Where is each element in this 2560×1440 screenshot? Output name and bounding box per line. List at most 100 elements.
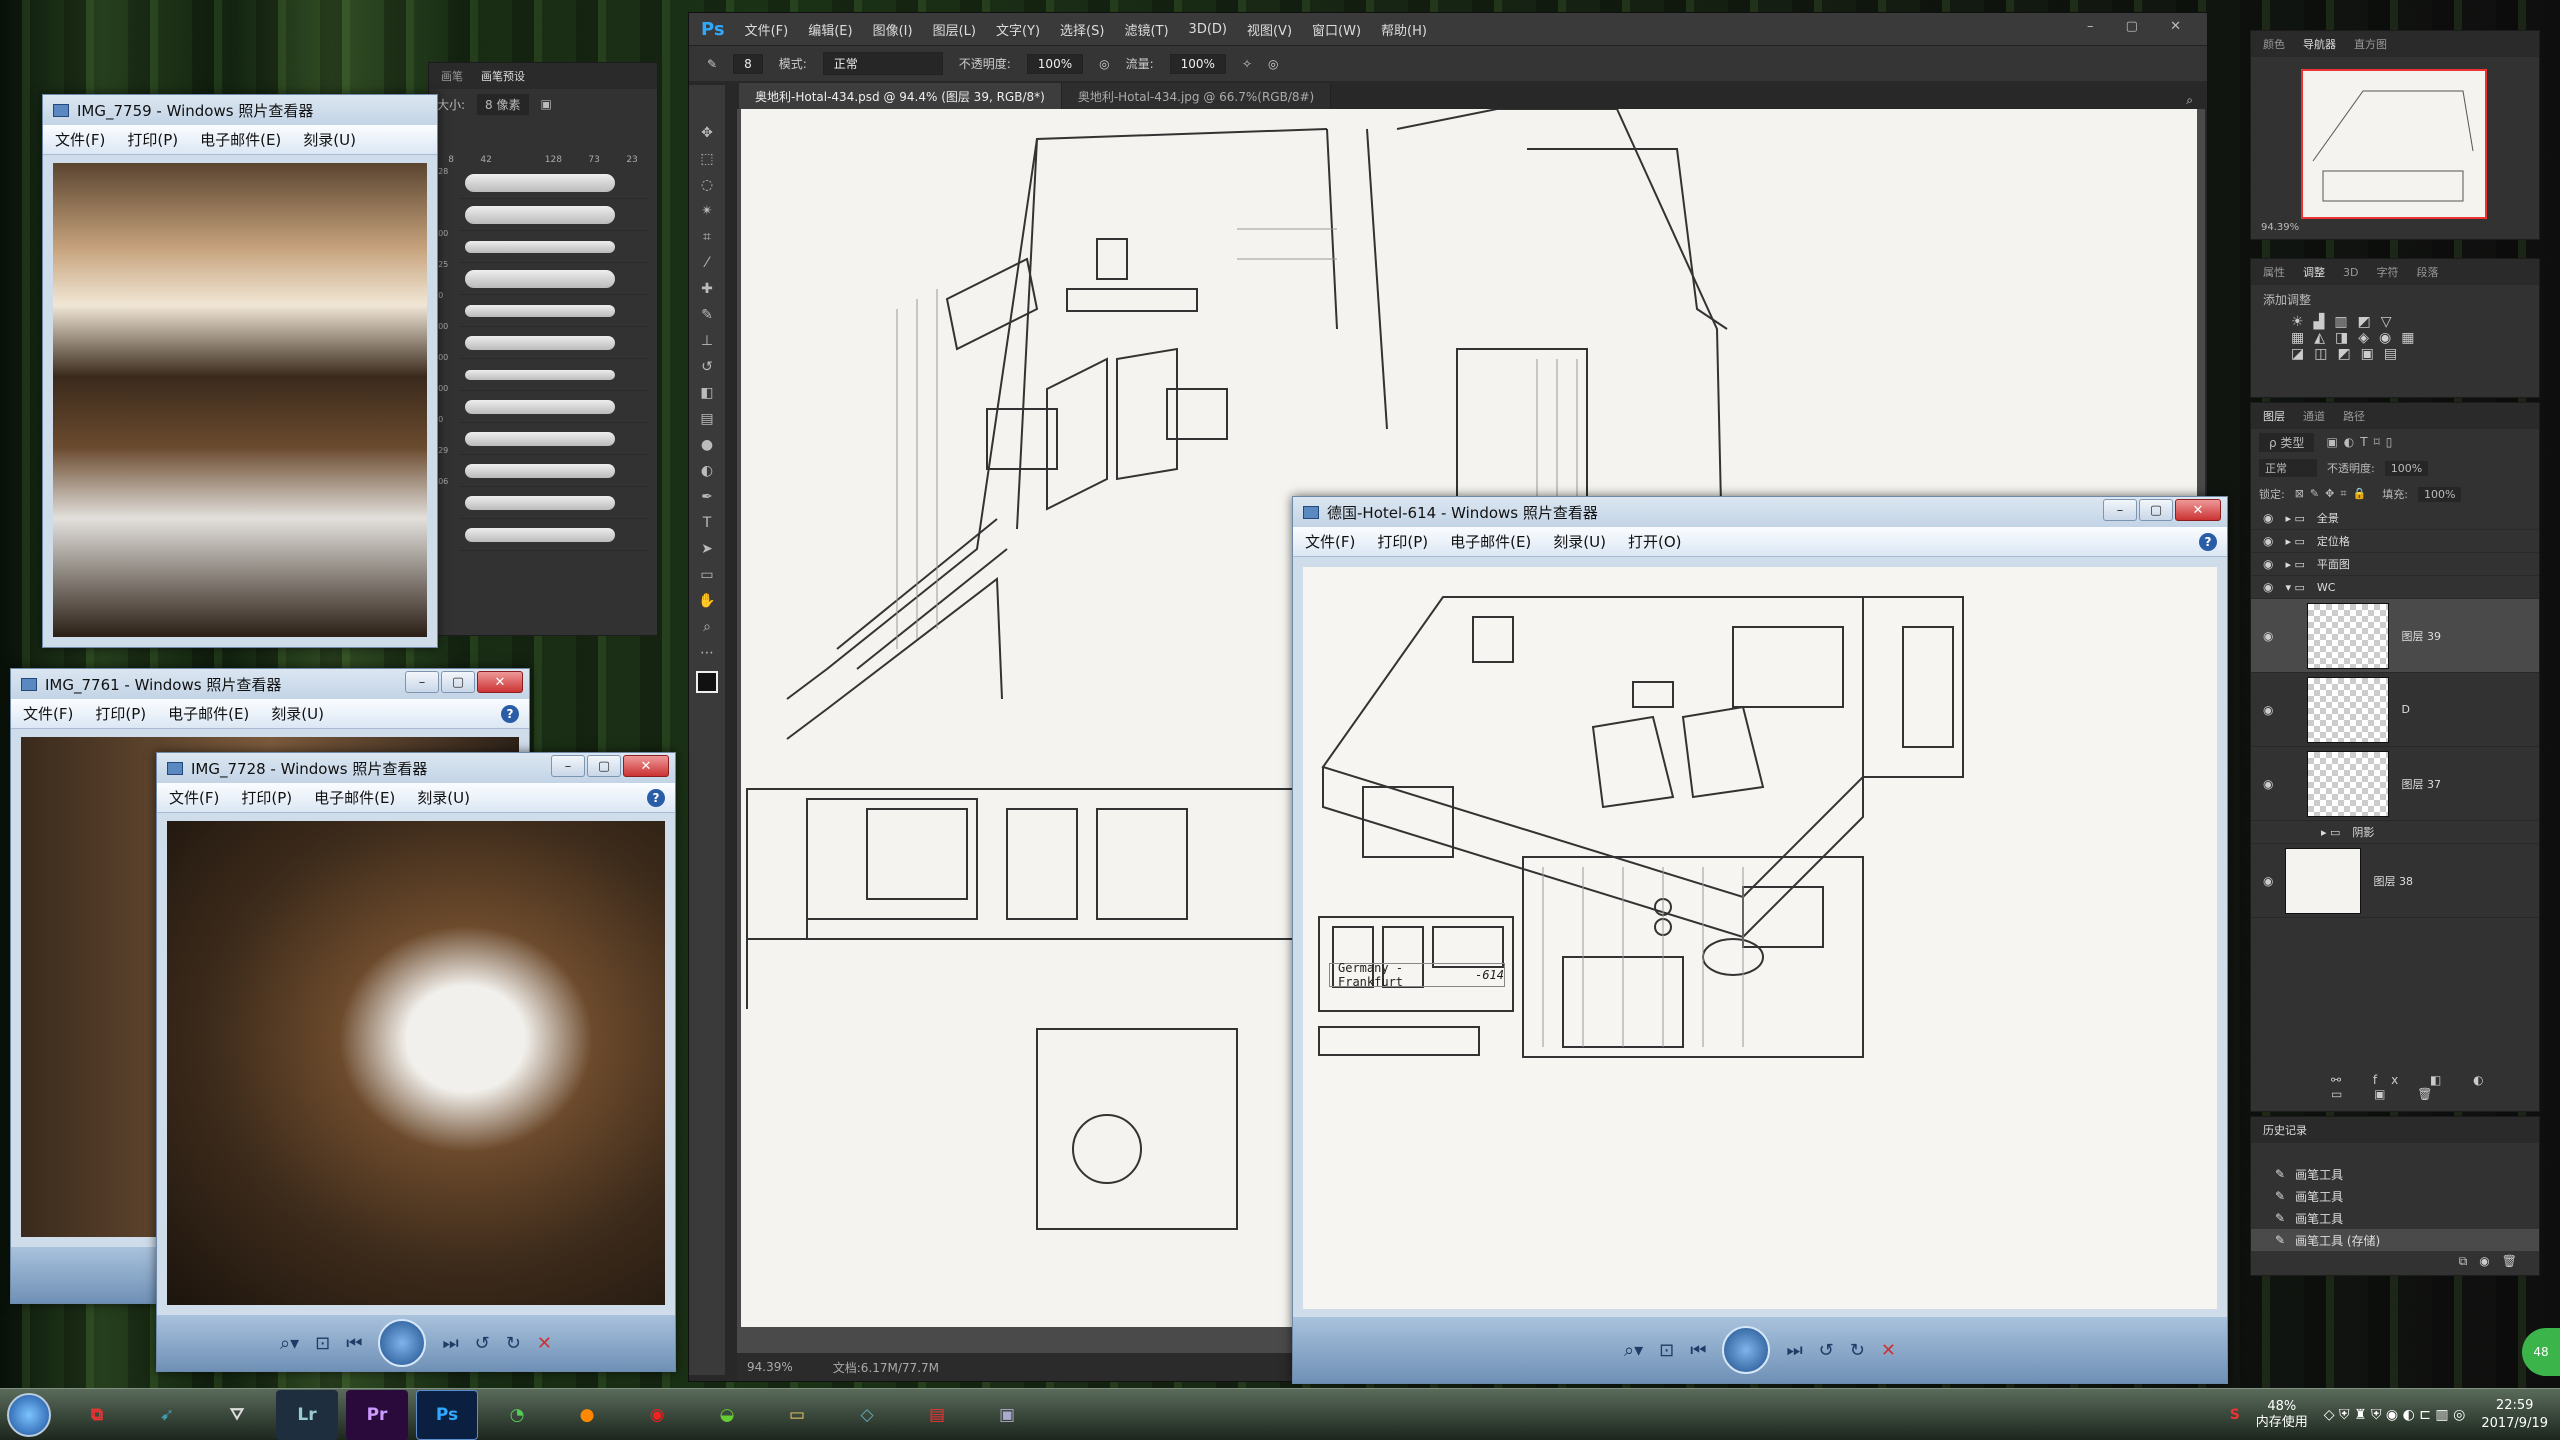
ps-menu-layer[interactable]: 图层(L) [933,20,976,39]
ps-menu-type[interactable]: 文字(Y) [996,20,1040,39]
previous-icon[interactable]: ⏮ [1690,1340,1706,1361]
layer-kind-select[interactable]: ρ 类型 [2259,432,2315,452]
brush-size-field[interactable]: 8 [733,53,763,74]
ps-menu-image[interactable]: 图像(I) [873,20,913,39]
brush-tool-icon[interactable]: ✎ [707,57,717,71]
brush-preset-row[interactable] [459,519,649,551]
menu-burn[interactable]: 刻录(U) [271,703,324,724]
close-button[interactable]: ✕ [477,671,523,693]
zoom-tool-icon[interactable]: ⌕ [703,619,711,635]
help-icon[interactable]: ? [2199,533,2217,551]
pressure-opacity-icon[interactable]: ◎ [1099,57,1109,71]
maximize-button[interactable]: ▢ [587,755,621,777]
document-app-icon[interactable]: ▤ [906,1390,968,1440]
sketchup-icon[interactable]: ⛛ [206,1390,268,1440]
ps-window-controls[interactable]: – ▢ ✕ [2087,19,2195,34]
close-button[interactable]: ✕ [2175,499,2221,521]
visibility-eye-icon[interactable]: ◉ [2263,580,2273,594]
ps-menu-view[interactable]: 视图(V) [1247,20,1292,39]
ps-menu-help[interactable]: 帮助(H) [1381,20,1427,39]
zoom-icon[interactable]: ⌕▾ [280,1333,299,1354]
crop-tool-icon[interactable]: ⌗ [703,229,711,245]
lock-icons[interactable]: ⊠✎✥⌗🔒 [2295,487,2373,501]
ps-menu-select[interactable]: 选择(S) [1060,20,1104,39]
marquee-tool-icon[interactable]: ⬚ [700,151,713,167]
visibility-eye-icon[interactable]: ◉ [2263,874,2273,888]
tab-histogram[interactable]: 直方图 [2354,36,2387,52]
tab-properties[interactable]: 属性 [2263,264,2285,280]
orange-app-icon[interactable]: ● [556,1390,618,1440]
opacity-field[interactable]: 100% [1026,53,1084,74]
title-bar[interactable]: IMG_7761 - Windows 照片查看器 – ▢ ✕ [11,669,529,699]
layer-filter-icons[interactable]: ▣◐T⌑▯ [2326,435,2398,449]
airbrush-icon[interactable]: ✧ [1242,57,1252,71]
brush-preset-row[interactable] [459,455,649,487]
slideshow-button[interactable] [1722,1326,1771,1374]
brush-tip-5[interactable]: 73 [588,155,599,165]
layer-opacity-field[interactable]: 100% [2384,460,2429,476]
title-bar[interactable]: IMG_7728 - Windows 照片查看器 – ▢ ✕ [157,753,675,783]
menu-email[interactable]: 电子邮件(E) [1450,531,1531,552]
minimize-button[interactable]: – [405,671,439,693]
brush-tip-2[interactable]: 42 [480,155,491,165]
rotate-left-icon[interactable]: ↺ [475,1333,490,1354]
menu-burn[interactable]: 刻录(U) [1553,531,1606,552]
shape-tool-icon[interactable]: ▭ [700,567,713,583]
photo-viewer-hotel614[interactable]: 德国-Hotel-614 - Windows 照片查看器 – ▢ ✕ 文件(F) 打… [1292,496,2228,1384]
menu-print[interactable]: 打印(P) [1377,531,1428,552]
history-item[interactable]: ✎ 画笔工具 [2251,1163,2539,1185]
premiere-icon[interactable]: Pr [346,1389,408,1440]
brush-preset-row[interactable] [459,295,649,327]
menu-burn[interactable]: 刻录(U) [303,129,356,150]
menu-email[interactable]: 电子邮件(E) [168,703,249,724]
layer-actions[interactable]: ⚯ fx ◧ ◐ ▭ ▣ 🗑 [2331,1073,2539,1101]
healing-tool-icon[interactable]: ✚ [701,281,713,297]
help-icon[interactable]: ? [501,705,519,723]
tab-history[interactable]: 历史记录 [2263,1122,2307,1138]
menu-burn[interactable]: 刻录(U) [417,787,470,808]
ps-menu-filter[interactable]: 滤镜(T) [1124,20,1168,39]
fill-field[interactable]: 100% [2417,486,2462,502]
flow-field[interactable]: 100% [1169,53,1226,74]
brush-tip-1[interactable]: 8 [448,155,454,165]
menu-open[interactable]: 打开(O) [1628,531,1682,552]
acrobat-icon[interactable]: ⧉ [66,1390,128,1440]
layer-group[interactable]: ◉ ▸ ▭ 平面图 [2251,553,2539,576]
photo-viewer-taskbar-icon[interactable]: ▣ [976,1390,1038,1440]
layer-row[interactable]: ◉ D [2251,673,2539,747]
layer-subgroup[interactable]: ▸ ▭ 阴影 [2251,821,2539,844]
tab-color[interactable]: 颜色 [2263,36,2285,52]
photoshop-icon[interactable]: Ps [416,1389,478,1440]
blend-mode-select[interactable]: 正常 [2259,459,2317,477]
mode-select[interactable]: 正常 [822,52,943,75]
tab-character[interactable]: 字符 [2376,264,2398,280]
minimize-button[interactable]: – [551,755,585,777]
history-actions[interactable]: ⧉◉🗑 [2459,1254,2529,1269]
layer-row[interactable]: ◉ 图层 38 [2251,844,2539,918]
layer-row[interactable]: ◉ 图层 39 [2251,599,2539,673]
ps-menu-edit[interactable]: 编辑(E) [808,20,852,39]
brush-preset-row[interactable] [459,423,649,455]
history-item[interactable]: ✎ 画笔工具 (存储) [2251,1229,2539,1251]
history-item[interactable]: ✎ 画笔工具 [2251,1207,2539,1229]
minimize-button[interactable]: – [2103,499,2137,521]
menu-print[interactable]: 打印(P) [95,703,146,724]
stamp-tool-icon[interactable]: ⊥ [701,333,713,349]
menu-file[interactable]: 文件(F) [23,703,73,724]
zoom-icon[interactable]: ⌕▾ [1624,1340,1643,1361]
tab-layers[interactable]: 图层 [2263,408,2285,424]
brush-preset-row[interactable] [459,327,649,359]
brush-preset-row[interactable] [459,199,649,231]
brush-preset-row[interactable] [459,391,649,423]
delete-icon[interactable]: ✕ [537,1333,552,1354]
rotate-right-icon[interactable]: ↻ [1850,1340,1865,1361]
lasso-tool-icon[interactable]: ◌ [701,177,713,193]
zoom-level[interactable]: 94.39% [747,1360,793,1374]
brush-tip-6[interactable]: 23 [626,155,637,165]
brush-preset-row[interactable] [459,167,649,199]
start-button[interactable] [0,1389,58,1440]
new-preset-icon[interactable]: ▣ [541,97,552,111]
type-tool-icon[interactable]: T [703,515,712,531]
magic-wand-icon[interactable]: ✴ [701,203,713,219]
visibility-eye-icon[interactable]: ◉ [2263,629,2273,643]
